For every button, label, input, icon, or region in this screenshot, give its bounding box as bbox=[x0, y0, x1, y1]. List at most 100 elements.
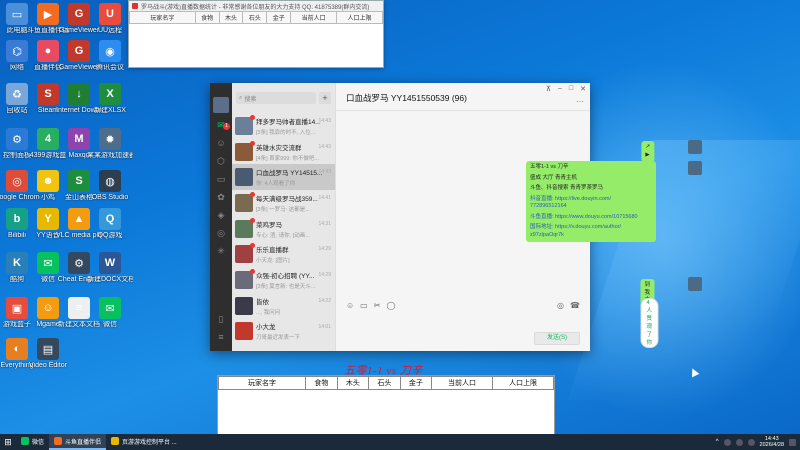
add-button[interactable]: + bbox=[319, 92, 331, 104]
app-icon: ✉ bbox=[99, 297, 121, 319]
conversation-item[interactable]: 口血战罗马 YY14515... 你: 4人观看了你 14:43 bbox=[232, 164, 335, 191]
clock[interactable]: 14:43 2026/4/28 bbox=[760, 436, 784, 449]
column-header[interactable]: 石头 bbox=[368, 376, 401, 390]
taskbar-app[interactable]: 斗鱼直播伴侣 bbox=[49, 434, 107, 450]
conversation-item[interactable]: 英雄水灾交流群 [4条] 首家999: 你不做吧... 14:43 bbox=[232, 139, 335, 165]
file-icon[interactable]: ▭ bbox=[360, 301, 368, 310]
live-icon[interactable]: ◎ bbox=[557, 301, 564, 310]
emoji-icon[interactable]: ☺ bbox=[346, 301, 354, 310]
column-header[interactable]: 食物 bbox=[305, 376, 338, 390]
column-header[interactable]: 食物 bbox=[194, 11, 220, 24]
desktop-icon[interactable]: X 新建XLSX bbox=[87, 83, 133, 115]
column-header[interactable]: 当前人口 bbox=[431, 376, 494, 390]
app-icon: ◍ bbox=[99, 170, 121, 192]
start-button[interactable]: ⊞ bbox=[0, 434, 16, 450]
input-method-icon[interactable] bbox=[747, 438, 755, 446]
conversation-item[interactable]: 小大龙 刀哥最近发表一下 14:01 bbox=[232, 319, 335, 345]
taskbar-app[interactable]: 微信 bbox=[16, 434, 49, 450]
tray-expand-icon[interactable]: ^ bbox=[716, 439, 719, 445]
mini-program-icon[interactable]: ✳ bbox=[215, 245, 227, 257]
message-input[interactable]: 发送(S) bbox=[336, 313, 590, 351]
desktop-icon[interactable]: ✉ 微信 bbox=[87, 297, 133, 329]
conversation-item[interactable]: 皆依..., 我问问 14:22 bbox=[232, 293, 335, 319]
notification-icon[interactable] bbox=[789, 438, 796, 446]
maximize-icon[interactable]: □ bbox=[569, 85, 573, 93]
top-stats-window[interactable]: 罗马战斗(游戏)直播数据统计 - 非常感谢各位朋友的大力支持 QQ: 41875… bbox=[128, 0, 384, 68]
column-header[interactable]: 金子 bbox=[266, 11, 292, 24]
message-link[interactable]: 国际地址: https://v.douyu.com/author/ bbox=[530, 224, 652, 232]
volume-icon[interactable] bbox=[735, 438, 743, 446]
desktop-icon-label: 新建XLSX bbox=[94, 107, 126, 114]
contacts-icon[interactable]: ☺ bbox=[215, 137, 227, 149]
message-area[interactable]: ↗ ▶ 五零1-1 vs 刀辛 盛成 大厅 青青主机 斗鱼、抖音搜索 青青罗茶罗马抖… bbox=[336, 111, 702, 348]
conversation-avatar bbox=[235, 296, 253, 315]
app-icon bbox=[132, 3, 138, 9]
sender-avatar[interactable] bbox=[688, 277, 702, 291]
chat-history-icon[interactable]: ◯ bbox=[386, 301, 395, 310]
conversation-item[interactable]: 菜鸡罗马 专心: 渣, 请你, [动画... 14:31 bbox=[232, 216, 335, 242]
message-link[interactable]: 772896512164 bbox=[530, 203, 652, 211]
desktop-icon[interactable]: ✹ 某某游戏加速器 bbox=[87, 128, 133, 160]
desktop-icon[interactable]: ▤ Video Editor bbox=[25, 338, 71, 370]
desktop-icon[interactable]: ◉ 腾讯会议 bbox=[87, 40, 133, 72]
column-header[interactable]: 人口上限 bbox=[492, 376, 554, 390]
taskbar-app[interactable]: 页游游戏控制平台 ... bbox=[106, 434, 182, 450]
user-avatar[interactable] bbox=[213, 97, 229, 113]
phone-icon[interactable]: ▯ bbox=[215, 313, 227, 325]
more-icon[interactable]: ··· bbox=[576, 97, 584, 106]
search-icon: ⌕ bbox=[239, 94, 243, 101]
search-input[interactable]: ⌕ 搜索 bbox=[236, 92, 316, 104]
message-link[interactable]: z97zlpaOqr7k bbox=[530, 232, 652, 240]
conversation-item[interactable]: 乐乐直播群 小天龙: [图片] 14:29 bbox=[232, 241, 335, 267]
conversation-item[interactable]: 每天满级罗马战359... [3条] 一罗马: 这都是... 14:41 bbox=[232, 190, 335, 216]
bottom-stats-table: 玩家名字 食物 木头 石头 金子 当前人口 人口上限 bbox=[217, 376, 554, 390]
call-icon[interactable]: ☎ bbox=[570, 301, 580, 310]
column-header[interactable]: 木头 bbox=[218, 11, 244, 24]
message-bubble-small[interactable]: ↗ ▶ bbox=[641, 141, 654, 162]
conversation-item[interactable]: 众强-初心招聘 (YY... [3条] 莫言新: 也是天斗... 14:29 bbox=[232, 267, 335, 293]
moments-icon[interactable]: ✿ bbox=[215, 191, 227, 203]
conversation-avatar bbox=[235, 114, 255, 135]
top-stats-table: 玩家名字 食物 木头 石头 金子 当前人口 人口上限 bbox=[129, 11, 383, 24]
chat-window[interactable]: 1 ✉ ☺ ⬡ ▭ ✿ ◈ ◎ ✳ ▯ ≡ ⌕ 搜索 + 拜多罗马帅者直播14.… bbox=[210, 83, 702, 351]
network-icon[interactable] bbox=[723, 438, 731, 446]
close-icon[interactable]: ✕ bbox=[580, 85, 586, 93]
conversation-time: 14:43 bbox=[318, 118, 331, 124]
column-header[interactable]: 金子 bbox=[399, 376, 433, 390]
sender-avatar[interactable] bbox=[688, 140, 702, 154]
folder-icon[interactable]: ▭ bbox=[215, 173, 227, 185]
conversation-item[interactable]: 拜多罗马帅者直播14... [3条] 我靠的时不, 入位... 14:43 bbox=[232, 113, 335, 139]
message-line: 五零1-1 vs 刀辛 bbox=[530, 164, 569, 170]
desktop-icon-label: OBS Studio bbox=[91, 194, 129, 201]
column-header[interactable]: 人口上限 bbox=[336, 11, 383, 24]
column-header[interactable]: 石头 bbox=[242, 11, 268, 24]
message-bubble-main[interactable]: 五零1-1 vs 刀辛 盛成 大厅 青青主机 斗鱼、抖音搜索 青青罗茶罗马 抖音直播:… bbox=[526, 161, 656, 242]
desktop-icon-label: 新建DOCX文档 bbox=[87, 276, 133, 283]
pin-icon[interactable]: ⊼ bbox=[546, 85, 551, 93]
message-link[interactable]: 抖音直播: https://live.douyin.com/ bbox=[530, 196, 652, 204]
column-header[interactable]: 当前人口 bbox=[290, 11, 338, 24]
system-tray: ^ 14:43 2026/4/28 bbox=[716, 434, 796, 450]
input-toolbar: ☺ ▭ ✂ ◯ ◎ ☎ bbox=[336, 297, 590, 313]
bottom-stats-window[interactable]: 玩家名字 食物 木头 石头 金子 当前人口 人口上限 bbox=[217, 375, 555, 436]
desktop-icon[interactable]: U UU远程 bbox=[87, 3, 133, 35]
search-icon[interactable]: ◎ bbox=[215, 227, 227, 239]
minimize-icon[interactable]: – bbox=[558, 85, 562, 93]
column-header[interactable]: 木头 bbox=[336, 376, 370, 390]
menu-icon[interactable]: ≡ bbox=[215, 331, 227, 343]
conversation-avatar bbox=[235, 243, 255, 264]
sender-avatar[interactable] bbox=[688, 161, 702, 175]
top-window-titlebar[interactable]: 罗马战斗(游戏)直播数据统计 - 非常感谢各位朋友的大力支持 QQ: 41875… bbox=[129, 1, 383, 11]
message-link[interactable]: 斗鱼直播: https://www.douyu.com/10715680 bbox=[530, 214, 652, 222]
app-icon: X bbox=[99, 83, 121, 105]
favorites-icon[interactable]: ⬡ bbox=[215, 155, 227, 167]
column-header[interactable]: 玩家名字 bbox=[217, 376, 307, 390]
screenshot-icon[interactable]: ✂ bbox=[374, 301, 381, 310]
desktop-icon[interactable]: W 新建DOCX文档 bbox=[87, 252, 133, 284]
send-button[interactable]: 发送(S) bbox=[534, 332, 580, 345]
column-header[interactable]: 玩家名字 bbox=[129, 11, 196, 24]
conversation-preview: ..., 我问问 bbox=[256, 309, 281, 316]
desktop-icon[interactable]: Q QQ游戏 bbox=[87, 208, 133, 240]
channels-icon[interactable]: ◈ bbox=[215, 209, 227, 221]
desktop-icon[interactable]: ◍ OBS Studio bbox=[87, 170, 133, 202]
